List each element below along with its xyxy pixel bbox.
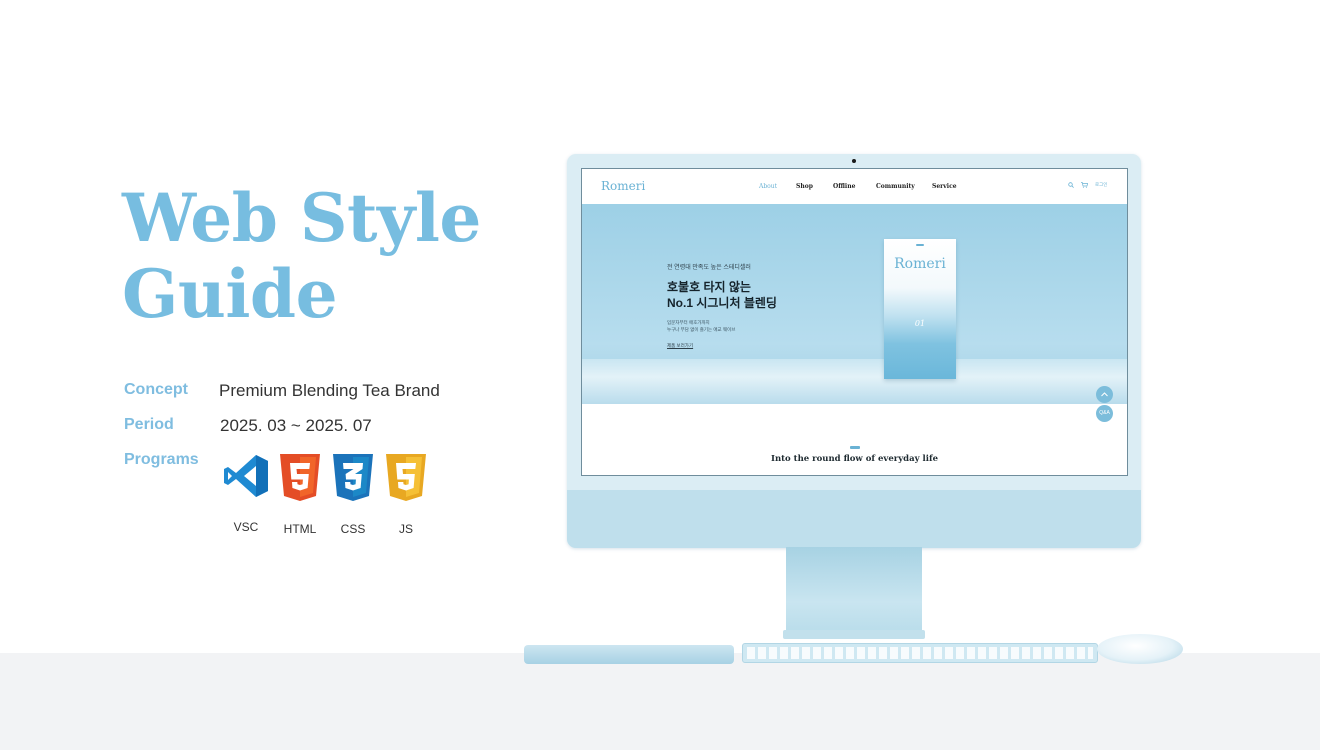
js-icon	[386, 454, 426, 501]
hero-heading-line-2: No.1 시그니처 블렌딩	[667, 296, 777, 310]
vscode-icon	[224, 455, 268, 497]
monitor-stand-base	[783, 630, 925, 639]
title-line-1: Web Style	[122, 179, 481, 257]
hero-subtitle: 전 연령대 만족도 높은 스테디셀러	[667, 265, 751, 271]
html5-icon	[280, 454, 320, 501]
scroll-top-button[interactable]	[1096, 386, 1113, 403]
cart-icon[interactable]	[1081, 182, 1089, 190]
floor-background	[0, 653, 1320, 750]
page-title: Web Style Guide	[122, 180, 481, 332]
box-brand: Romeri	[894, 256, 946, 272]
css3-icon	[333, 454, 373, 501]
period-value: 2025. 03 ~ 2025. 07	[220, 416, 372, 435]
site-logo[interactable]: Romeri	[601, 179, 645, 193]
concept-value: Premium Blending Tea Brand	[219, 381, 440, 400]
nav-about[interactable]: About	[759, 183, 777, 190]
site-header: Romeri About Shop Offline Community Serv…	[582, 169, 1127, 204]
hero-heading-line-1: 호불호 타지 않는	[667, 280, 751, 294]
tea-box-image: Romeri 01	[884, 239, 956, 379]
qa-button[interactable]: Q&A	[1096, 405, 1113, 422]
site-tagline: Into the round flow of everyday life	[770, 454, 939, 464]
program-name: VSC	[233, 520, 259, 534]
hero-shelf	[582, 359, 1127, 404]
site-hero: 전 연령대 만족도 높은 스테디셀러 호불호 타지 않는 No.1 시그니처 블…	[582, 204, 1127, 404]
period-label: Period	[124, 416, 174, 433]
search-icon[interactable]	[1068, 182, 1074, 190]
program-html: HTML	[275, 452, 325, 536]
box-logo-mark	[916, 244, 924, 246]
login-link[interactable]: 로그인	[1095, 182, 1107, 188]
tagline-logo-mark	[850, 446, 860, 449]
program-vsc: VSC	[221, 452, 271, 534]
mouse	[1097, 634, 1183, 664]
hero-description: 입문자부터 애호가까지 누구나 부담 없이 즐기는 애교 웨이브	[667, 319, 735, 333]
program-name: JS	[398, 522, 413, 536]
title-line-2: Guide	[122, 255, 338, 333]
hero-heading: 호불호 타지 않는 No.1 시그니처 블렌딩	[667, 279, 777, 311]
monitor-chin	[567, 490, 1141, 548]
concept-label: Concept	[124, 381, 188, 398]
website-screen: Romeri About Shop Offline Community Serv…	[581, 168, 1128, 476]
program-js: JS	[381, 452, 431, 536]
keyboard-keys	[747, 647, 1093, 659]
program-css: CSS	[328, 452, 378, 536]
nav-shop[interactable]: Shop	[796, 183, 813, 190]
monitor-stand	[786, 547, 922, 639]
program-name: CSS	[340, 522, 366, 536]
trackpad	[524, 645, 734, 664]
keyboard	[742, 643, 1098, 663]
chevron-up-icon	[1101, 392, 1108, 397]
camera-icon	[852, 159, 856, 163]
box-number: 01	[914, 319, 926, 328]
programs-label: Programs	[124, 451, 199, 468]
nav-offline[interactable]: Offline	[833, 183, 855, 190]
hero-description-line-1: 입문자부터 애호가까지	[667, 320, 710, 325]
nav-community[interactable]: Community	[876, 183, 915, 190]
hero-product-link[interactable]: 제품 보러가기	[667, 343, 693, 349]
hero-description-line-2: 누구나 부담 없이 즐기는 애교 웨이브	[667, 327, 736, 332]
program-name: HTML	[283, 522, 317, 536]
nav-service[interactable]: Service	[932, 183, 957, 190]
